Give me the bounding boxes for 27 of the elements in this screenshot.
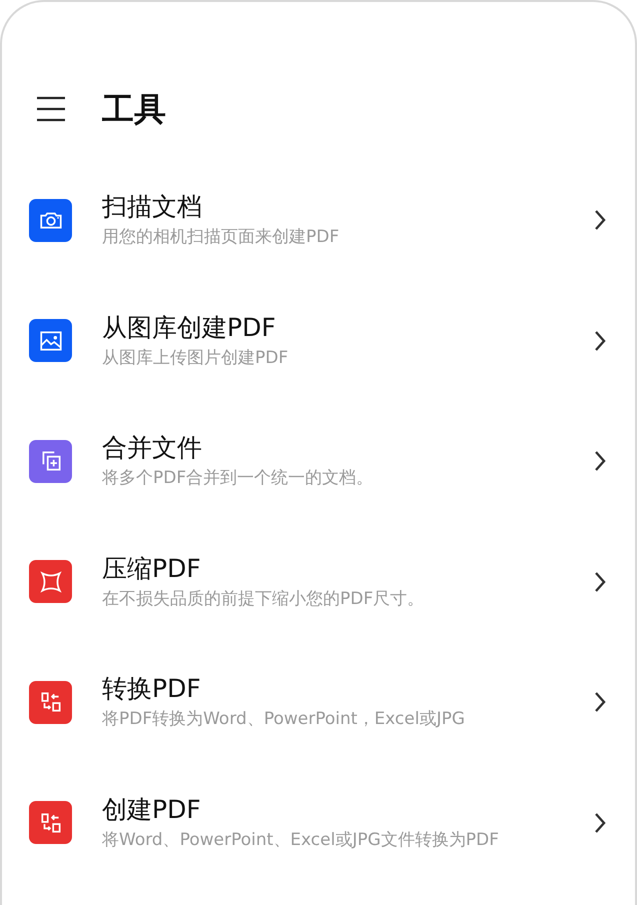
tool-item[interactable]: 扫描文档 用您的相机扫描页面来创建PDF xyxy=(2,160,635,280)
tool-item[interactable]: 压缩PDF 在不损失品质的前提下缩小您的PDF尺寸。 xyxy=(2,522,635,642)
tool-description: 在不损失品质的前提下缩小您的PDF尺寸。 xyxy=(102,588,426,611)
tool-item[interactable]: 合并文件 将多个PDF合并到一个统一的文档。 xyxy=(2,401,635,522)
menu-icon[interactable] xyxy=(35,96,67,122)
tool-item[interactable]: 从图库创建PDF 从图库上传图片创建PDF xyxy=(2,280,635,401)
tool-title: 创建PDF xyxy=(102,794,202,826)
compress-icon xyxy=(38,568,64,595)
tool-title: 合并文件 xyxy=(102,432,203,464)
tool-description: 从图库上传图片创建PDF xyxy=(102,346,290,370)
tool-title: 压缩PDF xyxy=(102,552,202,585)
tool-title: 扫描文档 xyxy=(102,191,203,224)
chevron-right-icon xyxy=(593,450,607,472)
tool-description: 用您的相机扫描页面来创建PDF xyxy=(102,226,340,250)
tool-title: 转换PDF xyxy=(102,673,202,706)
chevron-right-icon xyxy=(593,209,607,232)
chevron-right-icon xyxy=(593,812,607,834)
chevron-right-icon xyxy=(593,691,607,714)
page-title: 工具 xyxy=(102,89,166,130)
chevron-right-icon xyxy=(593,570,607,593)
tool-description: 将多个PDF合并到一个统一的文档。 xyxy=(102,467,374,490)
tool-title: 从图库创建PDF xyxy=(102,312,277,344)
tool-item[interactable]: 转换PDF 将PDF转换为Word、PowerPoint，Excel或JPG xyxy=(2,642,635,762)
chevron-right-icon xyxy=(593,330,607,352)
tool-item[interactable]: 创建PDF 将Word、PowerPoint、Excel或JPG文件转换为PDF xyxy=(2,762,635,883)
tool-description: 将Word、PowerPoint、Excel或JPG文件转换为PDF xyxy=(102,828,500,852)
tool-description: 将PDF转换为Word、PowerPoint，Excel或JPG xyxy=(102,708,466,732)
